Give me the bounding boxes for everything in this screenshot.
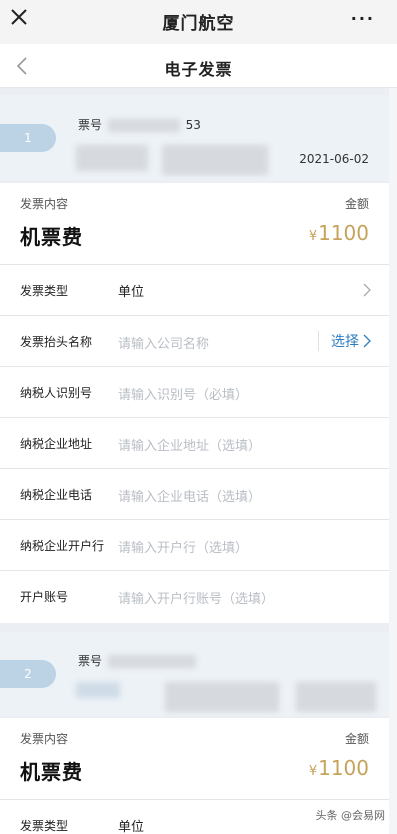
invoice-content-label: 发票内容 <box>20 197 69 211</box>
field-label: 纳税企业地址 <box>20 437 93 451</box>
invoice-type-row[interactable]: 发票类型 单位 <box>0 265 389 316</box>
invoice-form: 发票内容 金额 机票费 ¥1100 发票类型 单位 发票抬头名称 请输入公司名称… <box>0 183 389 623</box>
company-phone-row: 纳税企业电话 请输入企业电话（选填） <box>0 469 389 520</box>
field-label: 纳税人识别号 <box>20 386 93 400</box>
company-address-input[interactable]: 请输入企业地址（选填） <box>118 435 261 454</box>
field-label: 纳税企业电话 <box>20 488 93 502</box>
field-label: 开户账号 <box>20 590 69 604</box>
select-title-button[interactable]: 选择 <box>318 331 359 351</box>
ticket-index-badge: 2 <box>0 660 56 688</box>
ticket-number: 票号 53 <box>78 116 201 133</box>
invoice-content-value: 机票费 <box>20 225 83 249</box>
ticket-number-label: 票号 <box>78 118 103 132</box>
redacted-flight-info <box>296 682 376 712</box>
more-icon[interactable]: ··· <box>351 9 375 28</box>
redacted-ticket-number <box>107 119 180 132</box>
page-edge <box>389 88 397 834</box>
ticket-index-badge: 1 <box>0 124 56 152</box>
invoice-type-value: 单位 <box>118 820 145 834</box>
currency-symbol: ¥ <box>308 764 318 779</box>
taxpayer-id-input[interactable]: 请输入识别号（必填） <box>118 384 248 403</box>
bank-account-row: 开户账号 请输入开户行账号（选填） <box>0 571 389 622</box>
amount-number: 1100 <box>318 756 369 780</box>
invoice-content-value: 机票费 <box>20 760 83 784</box>
currency-symbol: ¥ <box>308 229 318 244</box>
company-name-input[interactable]: 请输入公司名称 <box>118 333 209 352</box>
amount-number: 1100 <box>318 221 369 245</box>
ticket-number: 票号 <box>78 652 198 669</box>
ticket-number-suffix: 53 <box>185 118 201 132</box>
chevron-right-icon <box>363 283 371 297</box>
chevron-right-icon <box>363 334 371 348</box>
invoice-content-label: 发票内容 <box>20 732 69 746</box>
invoice-title-row[interactable]: 发票抬头名称 请输入公司名称 选择 <box>0 316 389 367</box>
company-bank-input[interactable]: 请输入开户行（选填） <box>118 537 248 556</box>
ticket-number-label: 票号 <box>78 654 103 668</box>
ticket-card: 1 票号 53 2021-06-02 <box>0 95 389 181</box>
company-phone-input[interactable]: 请输入企业电话（选填） <box>118 486 261 505</box>
watermark: 头条 @会易网 <box>311 806 389 824</box>
amount-label: 金额 <box>344 732 369 746</box>
field-label: 纳税企业开户行 <box>20 539 105 553</box>
field-label: 发票抬头名称 <box>20 335 93 349</box>
amount-value: ¥1100 <box>309 756 369 780</box>
redacted-flight-info <box>76 682 120 698</box>
field-label: 发票类型 <box>20 819 69 833</box>
redacted-flight-info <box>162 145 268 175</box>
redacted-flight-info <box>165 682 279 712</box>
taxpayer-id-row: 纳税人识别号 请输入识别号（必填） <box>0 367 389 418</box>
field-label: 发票类型 <box>20 284 69 298</box>
invoice-content-row: 发票内容 金额 机票费 ¥1100 <box>0 183 389 265</box>
redacted-flight-info <box>76 145 148 171</box>
company-bank-row: 纳税企业开户行 请输入开户行（选填） <box>0 520 389 571</box>
app-title: 厦门航空 <box>162 14 235 34</box>
ticket-card: 2 票号 <box>0 632 389 716</box>
app-top-bar: 厦门航空 ··· <box>0 0 397 44</box>
invoice-type-value: 单位 <box>118 285 145 300</box>
ticket-date: 2021-06-02 <box>299 152 369 166</box>
bank-account-input[interactable]: 请输入开户行账号（选填） <box>118 588 274 607</box>
page-title: 电子发票 <box>164 60 233 79</box>
company-address-row: 纳税企业地址 请输入企业地址（选填） <box>0 418 389 469</box>
nav-bar: 电子发票 <box>0 44 397 88</box>
invoice-content-row: 发票内容 金额 机票费 ¥1100 <box>0 718 389 800</box>
amount-label: 金额 <box>344 197 369 211</box>
redacted-ticket-number <box>107 655 196 668</box>
amount-value: ¥1100 <box>309 221 369 245</box>
